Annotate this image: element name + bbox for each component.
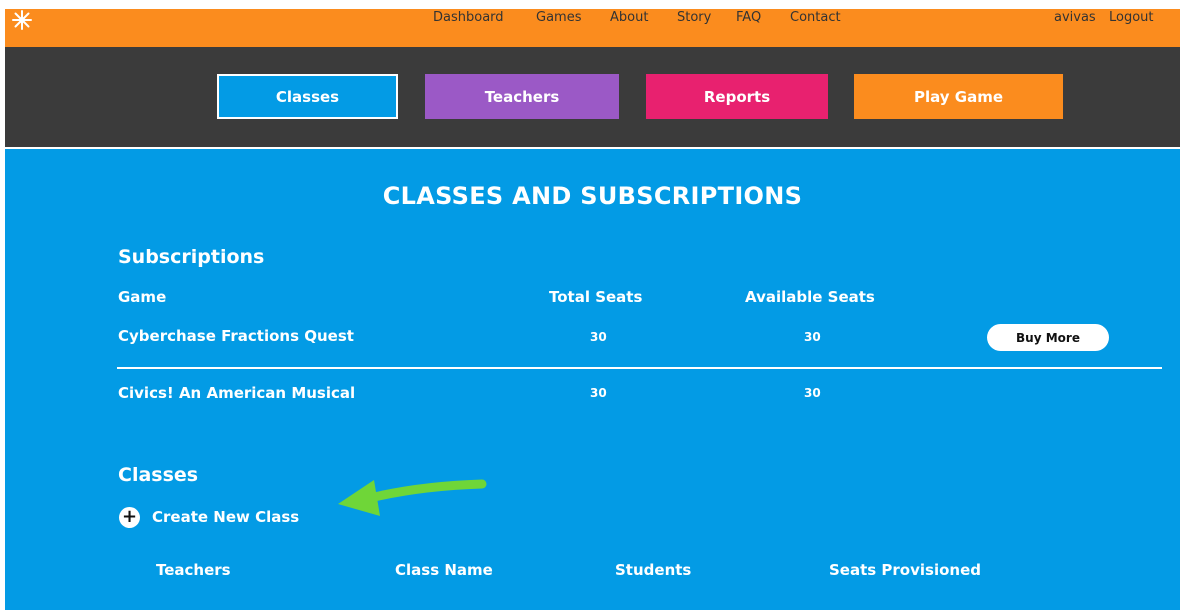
buy-more-button[interactable]: Buy More <box>987 324 1109 351</box>
subscription-total-seats: 30 <box>590 330 607 344</box>
subscription-game-name: Cyberchase Fractions Quest <box>118 327 354 345</box>
column-header-students: Students <box>615 561 692 579</box>
main-content: CLASSES AND SUBSCRIPTIONS Subscriptions … <box>5 149 1180 610</box>
row-divider <box>117 367 1162 369</box>
tab-play-game[interactable]: Play Game <box>854 74 1063 119</box>
user-name-link[interactable]: avivas <box>1054 10 1096 25</box>
subscription-total-seats: 30 <box>590 386 607 400</box>
column-header-game: Game <box>118 288 167 306</box>
nav-link-contact[interactable]: Contact <box>790 10 841 25</box>
tab-reports[interactable]: Reports <box>646 74 828 119</box>
logout-link[interactable]: Logout <box>1109 10 1154 25</box>
plus-circle-icon: + <box>119 506 140 528</box>
column-header-seats-provisioned: Seats Provisioned <box>829 561 981 579</box>
subscription-available-seats: 30 <box>804 386 821 400</box>
starburst-logo-icon[interactable] <box>11 9 33 31</box>
nav-link-dashboard[interactable]: Dashboard <box>433 10 504 25</box>
column-header-teachers: Teachers <box>156 561 231 579</box>
nav-link-faq[interactable]: FAQ <box>736 10 761 25</box>
column-header-total-seats: Total Seats <box>549 288 643 306</box>
tab-classes[interactable]: Classes <box>217 74 398 119</box>
tab-teachers[interactable]: Teachers <box>425 74 619 119</box>
subscriptions-heading: Subscriptions <box>118 246 265 268</box>
nav-link-games[interactable]: Games <box>536 10 581 25</box>
green-arrow-icon <box>338 479 487 516</box>
nav-link-story[interactable]: Story <box>677 10 711 25</box>
create-new-class-label: Create New Class <box>152 508 300 526</box>
section-tab-bar: Classes Teachers Reports Play Game <box>5 47 1180 147</box>
classes-heading: Classes <box>118 464 199 486</box>
nav-link-about[interactable]: About <box>610 10 648 25</box>
subscription-available-seats: 30 <box>804 330 821 344</box>
subscription-game-name: Civics! An American Musical <box>118 384 356 402</box>
column-header-class-name: Class Name <box>395 561 493 579</box>
column-header-available-seats: Available Seats <box>745 288 875 306</box>
page-title: CLASSES AND SUBSCRIPTIONS <box>382 182 803 210</box>
top-nav-bar: Dashboard Games About Story FAQ Contact … <box>5 9 1180 47</box>
create-new-class-button[interactable]: + Create New Class <box>119 505 299 529</box>
